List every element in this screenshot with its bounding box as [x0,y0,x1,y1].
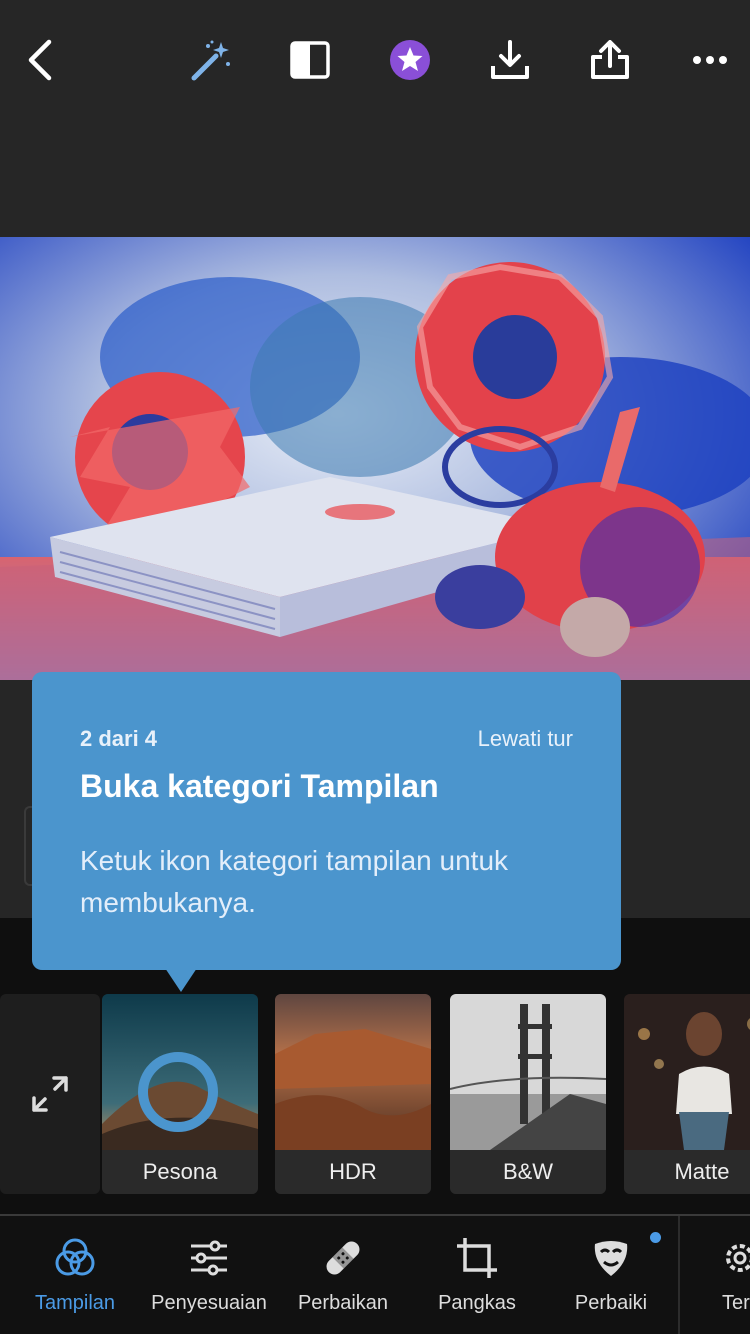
more-icon [693,56,727,64]
preset-label: B&W [450,1150,606,1194]
bandage-icon [326,1241,360,1275]
auto-enhance-button[interactable] [180,30,240,90]
tooltip-title: Buka kategori Tampilan [80,768,439,804]
nav-label: Perbaikan [297,1292,389,1314]
preset-label: HDR [275,1150,431,1194]
more-button[interactable] [680,30,740,90]
nav-item-looks[interactable]: Tampilan [14,1216,136,1334]
photo-canvas[interactable] [0,237,750,680]
preset-bw[interactable]: B&W [450,994,606,1194]
tour-tooltip: 2 dari 4 Lewati tur Buka kategori Tampil… [32,672,621,992]
preset-label: Pesona [102,1150,258,1194]
sliders-icon [191,1240,227,1276]
magic-wand-icon [191,40,230,81]
preset-matte[interactable]: Matte [624,994,750,1194]
nav-item-refine[interactable]: Perbaiki [550,1216,672,1334]
nav-label: Penyesuaian [151,1292,267,1314]
preset-label: Matte [624,1150,750,1194]
nav-item-more[interactable]: Ter [700,1216,750,1334]
crop-icon [457,1238,497,1278]
nav-separator [678,1216,680,1334]
premium-button[interactable] [380,30,440,90]
expand-icon [32,1076,68,1112]
preset-matte-thumbnail [624,994,750,1150]
share-button[interactable] [580,30,640,90]
edited-photo [0,237,750,680]
gear-icon [726,1244,750,1272]
preset-thumbnails: Pesona HDR B&W Matte [0,994,750,1194]
skip-tour-link[interactable]: Lewati tur [478,726,573,752]
mask-icon [594,1241,628,1276]
share-icon [591,40,629,79]
tooltip-body: Ketuk ikon kategori tampilan untuk membu… [80,845,509,918]
nav-label: Perbaiki [574,1292,648,1314]
nav-item-adjust[interactable]: Penyesuaian [146,1216,272,1334]
compare-icon [290,41,330,79]
back-chevron-icon [28,39,52,81]
tap-target-ring [138,1052,218,1132]
preset-bw-thumbnail [450,994,606,1150]
bottom-nav: Tampilan Penyesuaian Perbaikan Pangkas P… [0,1216,750,1334]
download-button[interactable] [480,30,540,90]
nav-item-crop[interactable]: Pangkas [416,1216,538,1334]
tour-step: 2 dari 4 [80,726,158,751]
new-badge [650,1232,661,1243]
preset-hdr-thumbnail [275,994,431,1150]
back-button[interactable] [10,30,70,90]
nav-label: Pangkas [438,1292,516,1314]
tooltip-arrow [165,968,197,992]
compare-button[interactable] [280,30,340,90]
nav-label: Ter [722,1292,750,1314]
looks-icon [55,1238,95,1276]
preset-hdr[interactable]: HDR [275,994,431,1194]
nav-item-heal[interactable]: Perbaikan [282,1216,404,1334]
premium-star-icon [390,40,430,80]
expand-button[interactable] [0,994,100,1194]
download-icon [491,40,529,79]
top-toolbar [0,0,750,120]
nav-label: Tampilan [34,1292,116,1314]
preset-pesona[interactable]: Pesona [102,994,258,1194]
